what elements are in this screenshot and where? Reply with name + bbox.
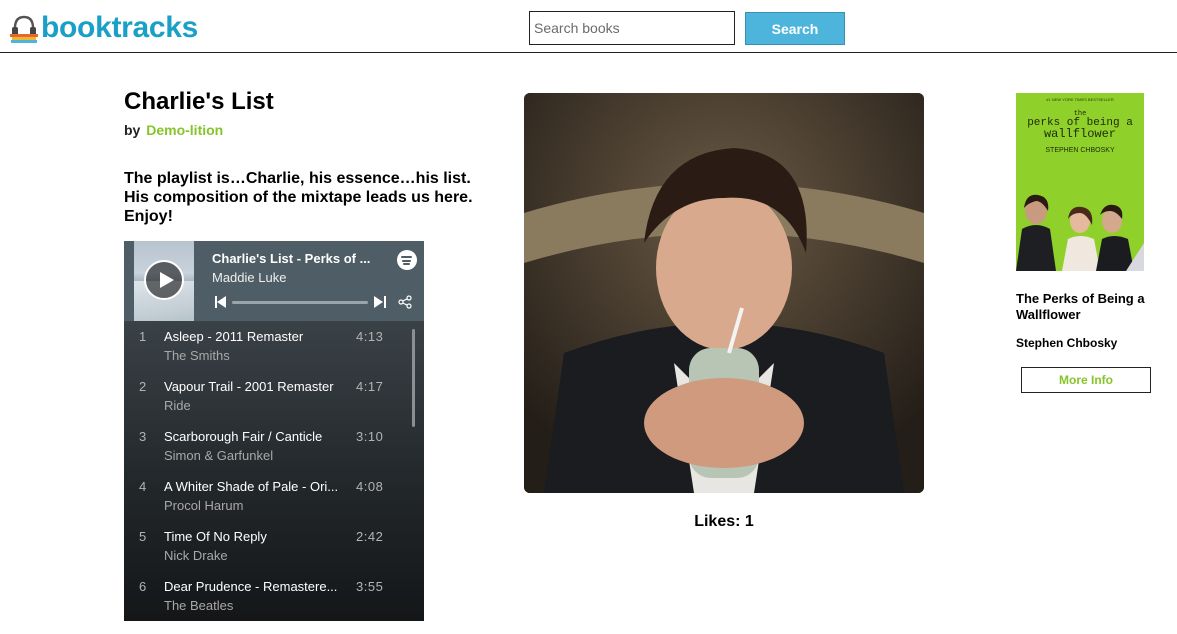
playlist-image <box>524 93 924 493</box>
track-name: Dear Prudence - Remastere... <box>164 579 338 594</box>
track-list[interactable]: 1 Asleep - 2011 Remaster 4:13 The Smiths… <box>124 321 424 621</box>
site-logo[interactable]: booktracks <box>8 8 198 48</box>
next-track-icon[interactable] <box>374 296 386 308</box>
track-duration: 4:08 <box>356 479 384 494</box>
track-row[interactable]: 5 Time Of No Reply 2:42 Nick Drake <box>124 521 424 571</box>
spotify-player: Charlie's List - Perks of ... Maddie Luk… <box>124 241 424 621</box>
book-cover[interactable]: #1 NEW YORK TIMES BESTSELLER the perks o… <box>1016 93 1144 271</box>
book-title[interactable]: The Perks of Being a Wallflower <box>1016 291 1166 323</box>
track-artist: The Beatles <box>164 598 234 613</box>
search-input[interactable] <box>529 11 735 45</box>
site-header: booktracks Search <box>0 0 1177 53</box>
headphones-books-logo-icon <box>10 15 38 43</box>
track-artist: The Smiths <box>164 348 230 363</box>
book-author: Stephen Chbosky <box>1016 336 1118 350</box>
track-duration: 4:17 <box>356 379 384 394</box>
track-artist: Ride <box>164 398 191 413</box>
likes-count: Likes: 1 <box>694 513 754 530</box>
track-duration: 4:13 <box>356 329 384 344</box>
logo-text: booktracks <box>41 11 199 44</box>
track-artist: Procol Harum <box>164 498 244 513</box>
track-name: Vapour Trail - 2001 Remaster <box>164 379 334 394</box>
share-icon[interactable] <box>398 295 412 309</box>
track-row[interactable]: 6 Dear Prudence - Remastere... 3:55 The … <box>124 571 424 621</box>
progress-bar[interactable] <box>232 301 368 304</box>
search-button[interactable]: Search <box>745 12 845 45</box>
playlist-author-link[interactable]: Demo-lition <box>146 122 223 138</box>
tracklist-scrollbar[interactable] <box>412 329 415 427</box>
track-row[interactable]: 4 A Whiter Shade of Pale - Ori... 4:08 P… <box>124 471 424 521</box>
playlist-title: Charlie's List <box>124 88 274 115</box>
track-number: 6 <box>139 579 147 594</box>
track-duration: 3:55 <box>356 579 384 594</box>
playlist-description: The playlist is…Charlie, his essence…his… <box>124 170 473 225</box>
playlist-byline: by Demo-lition <box>124 122 223 138</box>
play-button[interactable] <box>144 260 184 300</box>
track-artist: Nick Drake <box>164 548 228 563</box>
track-number: 4 <box>139 479 147 494</box>
track-name: Scarborough Fair / Canticle <box>164 429 323 444</box>
playlist-photo <box>524 93 924 493</box>
previous-track-icon[interactable] <box>215 296 227 308</box>
track-number: 1 <box>139 329 147 344</box>
track-name: A Whiter Shade of Pale - Ori... <box>164 479 339 494</box>
player-header: Charlie's List - Perks of ... Maddie Luk… <box>124 241 424 321</box>
track-row[interactable]: 3 Scarborough Fair / Canticle 3:10 Simon… <box>124 421 424 471</box>
now-playing-title[interactable]: Charlie's List - Perks of ... <box>212 251 382 266</box>
more-info-button[interactable]: More Info <box>1021 367 1151 393</box>
track-name: Time Of No Reply <box>164 529 267 544</box>
track-number: 5 <box>139 529 147 544</box>
spotify-icon[interactable] <box>397 250 417 270</box>
track-artist: Simon & Garfunkel <box>164 448 274 463</box>
by-label: by <box>124 122 141 138</box>
track-number: 2 <box>139 379 147 394</box>
track-row[interactable]: 2 Vapour Trail - 2001 Remaster 4:17 Ride <box>124 371 424 421</box>
track-name: Asleep - 2011 Remaster <box>164 329 304 344</box>
track-duration: 2:42 <box>356 529 384 544</box>
track-duration: 3:10 <box>356 429 384 444</box>
cover-illustration <box>1016 194 1144 271</box>
track-row[interactable]: 1 Asleep - 2011 Remaster 4:13 The Smiths <box>124 321 424 371</box>
now-playing-artist[interactable]: Maddie Luke <box>212 270 286 285</box>
track-number: 3 <box>139 429 147 444</box>
